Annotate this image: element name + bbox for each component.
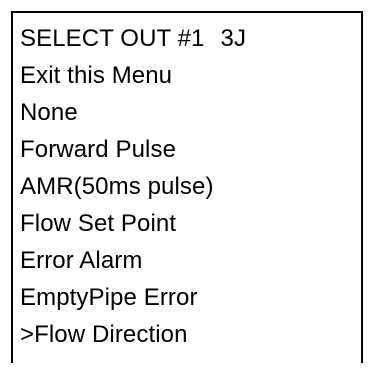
menu-title-line: SELECT OUT #1 3J	[20, 20, 246, 57]
menu-item-none[interactable]: None	[20, 94, 246, 131]
menu-item-flow-set-point[interactable]: Flow Set Point	[20, 205, 246, 242]
menu-item-emptypipe-error[interactable]: EmptyPipe Error	[20, 279, 246, 316]
menu-item-amr[interactable]: AMR(50ms pulse)	[20, 168, 246, 205]
menu-item-error-alarm[interactable]: Error Alarm	[20, 242, 246, 279]
menu-list: SELECT OUT #1 3J Exit this Menu None For…	[20, 20, 246, 353]
menu-code: 3J	[220, 25, 247, 52]
menu-title: SELECT OUT #1	[20, 25, 205, 52]
menu-item-forward-pulse[interactable]: Forward Pulse	[20, 131, 246, 168]
menu-item-exit[interactable]: Exit this Menu	[20, 57, 246, 94]
menu-item-flow-direction-selected[interactable]: >Flow Direction	[20, 316, 246, 353]
